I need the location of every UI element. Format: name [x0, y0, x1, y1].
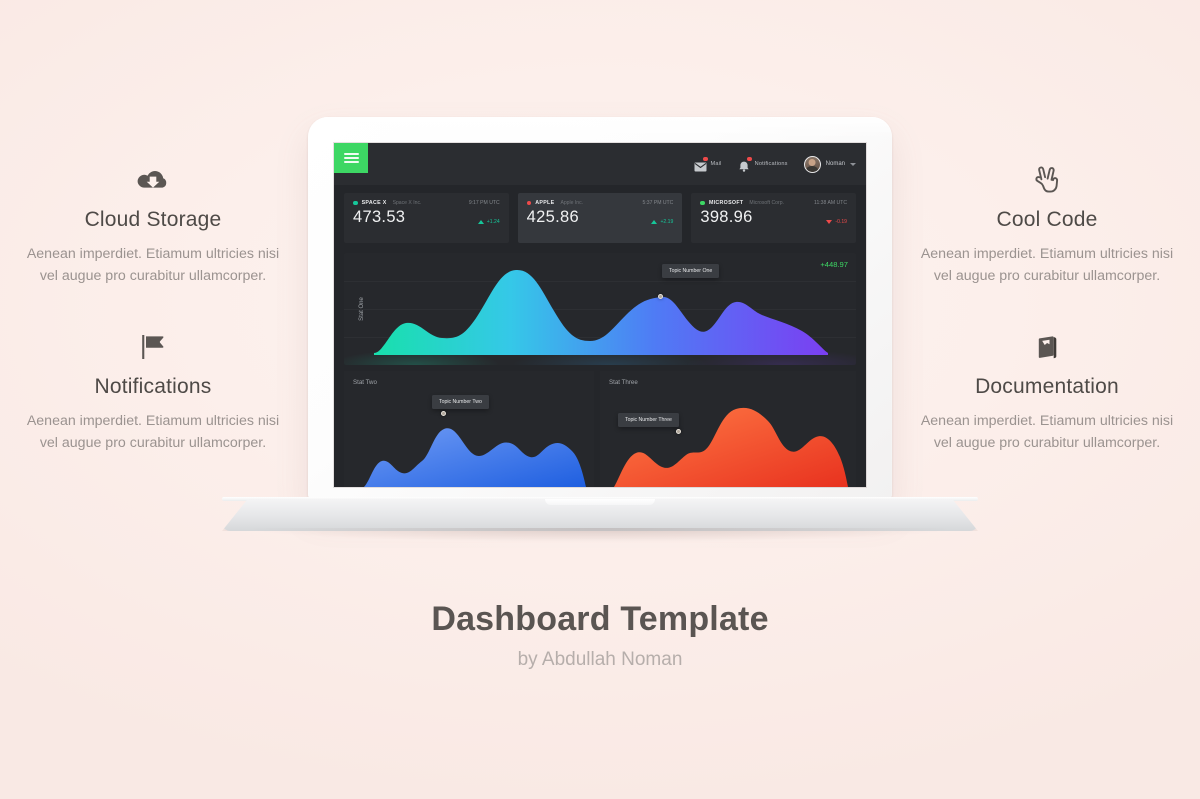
topbar-nav: Mail Notifications Noman [694, 143, 856, 185]
price-value: 425.86 [526, 208, 579, 226]
card-header: SPACE X Space X Inc. 9:17 PM UTC [353, 200, 500, 206]
mail-icon [694, 156, 708, 171]
chart-tooltip: Topic Number Two [432, 395, 489, 409]
laptop-screen: Mail Notifications Noman SPACE X Space X… [334, 143, 866, 487]
dashboard-topbar: Mail Notifications Noman [334, 143, 866, 185]
change-value: +1.24 [486, 218, 500, 225]
hamburger-menu-icon[interactable] [334, 143, 368, 173]
laptop-lid: Mail Notifications Noman SPACE X Space X… [308, 117, 892, 501]
change-value: +2.19 [660, 218, 674, 225]
laptop-mockup: Mail Notifications Noman SPACE X Space X… [0, 0, 1200, 560]
change-indicator: -0.19 [826, 219, 847, 226]
user-menu[interactable]: Noman [803, 155, 856, 173]
nav-item-mail[interactable]: Mail [694, 156, 722, 171]
hamburger-bars [343, 151, 359, 165]
card-body: 425.86 +2.19 [527, 209, 674, 226]
area-chart-stat-three [614, 407, 848, 487]
timestamp: 5:37 PM UTC [642, 200, 674, 206]
card-body: 473.53 +1.24 [353, 209, 500, 226]
stat-card-microsoft[interactable]: MICROSOFT Microsoft Corp. 11:38 AM UTC 3… [691, 193, 857, 243]
ticker-symbol: SPACE X [361, 200, 387, 206]
nav-label: Notifications [754, 161, 788, 167]
company-name: Microsoft Corp. [749, 200, 784, 206]
stat-cards: SPACE X Space X Inc. 9:17 PM UTC 473.53 … [334, 185, 866, 251]
chart-data-point-marker [658, 294, 663, 299]
change-value: -0.19 [835, 218, 848, 225]
timestamp: 9:17 PM UTC [468, 200, 500, 206]
company-name: Space X Inc. [392, 200, 422, 206]
chart-panel-stat-two: Stat Two Topic Number Two [344, 371, 594, 487]
chart-panel-main: Stat One +448.97 Topic Number One [344, 253, 856, 365]
ticker-symbol: APPLE [535, 200, 555, 206]
page-byline: by Abdullah Noman [517, 649, 683, 670]
card-header: APPLE Apple Inc. 5:37 PM UTC [526, 200, 674, 206]
chart-data-point-marker [676, 429, 681, 434]
notifications-badge [747, 156, 752, 161]
arrow-up-icon [651, 219, 658, 224]
avatar [803, 155, 821, 173]
chart-y-label: Stat One [358, 297, 365, 321]
laptop-notch [545, 499, 655, 505]
status-dot [353, 200, 358, 206]
change-indicator: +1.24 [477, 218, 500, 226]
area-chart-stat-two [364, 428, 586, 487]
nav-item-notifications[interactable]: Notifications [738, 156, 788, 172]
price-value: 473.53 [353, 208, 406, 226]
status-dot [700, 200, 705, 206]
card-body: 398.96 -0.19 [700, 209, 847, 226]
ticker-symbol: MICROSOFT [708, 200, 744, 206]
stat-card-spacex[interactable]: SPACE X Space X Inc. 9:17 PM UTC 473.53 … [344, 193, 509, 243]
page-title: Dashboard Template [431, 600, 769, 638]
arrow-up-icon [477, 219, 484, 224]
chevron-down-icon [850, 162, 856, 166]
chart-tooltip: Topic Number One [662, 264, 720, 278]
chart-total-value: +448.97 [820, 260, 848, 269]
price-value: 398.96 [700, 208, 753, 226]
laptop-shadow [250, 528, 950, 542]
nav-label: Mail [710, 161, 722, 167]
user-name: Noman [825, 161, 845, 167]
company-name: Apple Inc. [560, 200, 584, 206]
footer: Dashboard Template by Abdullah Noman [0, 600, 1200, 671]
arrow-down-icon [826, 219, 833, 224]
change-indicator: +2.19 [651, 219, 673, 226]
area-chart-stat-one [374, 269, 828, 355]
timestamp: 11:38 AM UTC [813, 200, 848, 206]
chart-panel-stat-three: Stat Three Topic Number Three [600, 371, 856, 487]
stat-card-apple[interactable]: APPLE Apple Inc. 5:37 PM UTC 425.86 +2.1… [517, 193, 683, 243]
card-header: MICROSOFT Microsoft Corp. 11:38 AM UTC [700, 200, 847, 206]
status-dot [526, 200, 532, 206]
chart-data-point-marker [441, 411, 446, 416]
mail-badge [703, 156, 708, 161]
chart-tooltip: Topic Number Three [618, 413, 679, 427]
bell-icon [738, 156, 752, 172]
